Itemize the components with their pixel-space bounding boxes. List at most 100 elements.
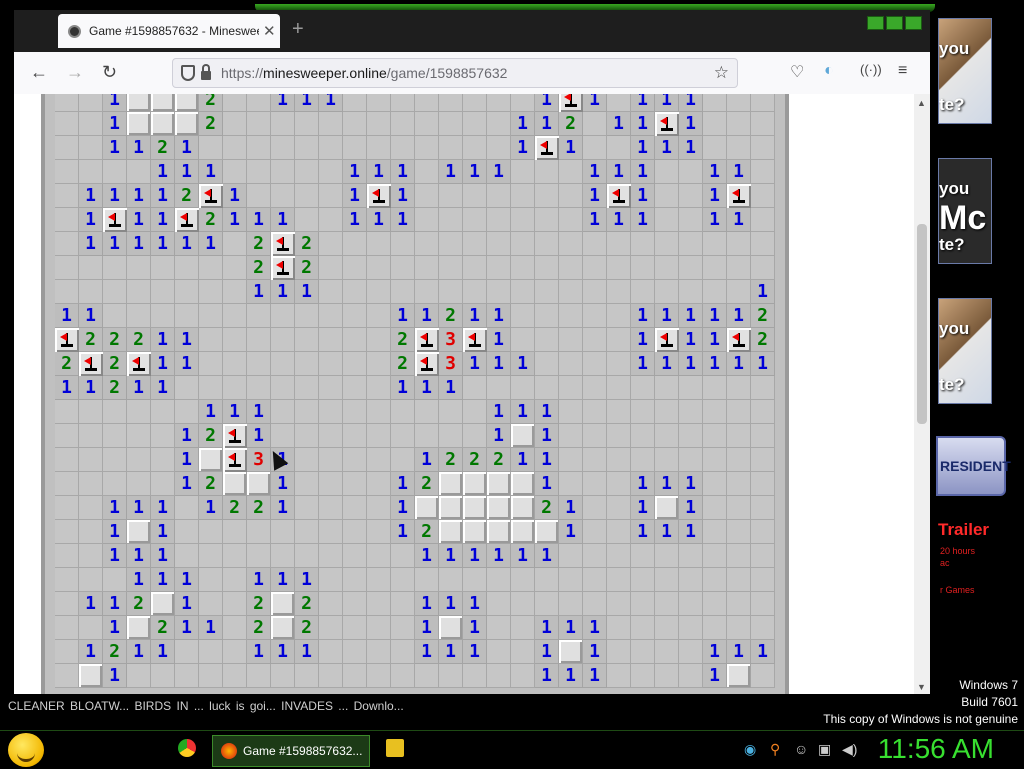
forward-arrow-icon[interactable]: → (66, 62, 84, 83)
closed-cell[interactable] (607, 256, 631, 280)
taskbar-firefox-task[interactable]: Game #1598857632... (212, 735, 370, 767)
closed-cell[interactable] (223, 664, 247, 688)
closed-cell[interactable] (583, 304, 607, 328)
flag-icon[interactable] (727, 328, 751, 352)
closed-cell[interactable] (583, 520, 607, 544)
closed-cell[interactable] (439, 256, 463, 280)
flag-icon[interactable] (223, 424, 247, 448)
closed-cell[interactable] (607, 328, 631, 352)
closed-cell[interactable] (487, 640, 511, 664)
closed-cell[interactable] (55, 520, 79, 544)
closed-cell[interactable] (319, 232, 343, 256)
closed-cell[interactable] (391, 568, 415, 592)
closed-cell[interactable] (295, 448, 319, 472)
news-thumbnail-2[interactable]: you Mc te? (938, 158, 992, 264)
closed-cell[interactable] (343, 472, 367, 496)
closed-cell[interactable] (175, 544, 199, 568)
closed-cell[interactable] (607, 232, 631, 256)
network-icon[interactable]: ▣ (818, 741, 831, 758)
flag-icon[interactable] (199, 184, 223, 208)
closed-cell[interactable] (55, 256, 79, 280)
closed-cell[interactable] (151, 304, 175, 328)
closed-cell[interactable] (751, 520, 775, 544)
closed-cell[interactable] (175, 256, 199, 280)
flag-icon[interactable] (79, 352, 103, 376)
closed-cell[interactable] (223, 640, 247, 664)
closed-cell[interactable] (535, 160, 559, 184)
closed-cell[interactable] (679, 568, 703, 592)
closed-cell[interactable] (151, 472, 175, 496)
closed-cell[interactable] (679, 400, 703, 424)
closed-cell[interactable] (319, 280, 343, 304)
closed-cell[interactable] (727, 280, 751, 304)
closed-cell[interactable] (631, 616, 655, 640)
closed-cell[interactable] (151, 256, 175, 280)
closed-cell[interactable] (175, 496, 199, 520)
closed-cell[interactable] (391, 112, 415, 136)
closed-cell[interactable] (55, 472, 79, 496)
closed-cell[interactable] (79, 160, 103, 184)
folder-icon[interactable] (386, 739, 404, 757)
closed-cell[interactable] (607, 496, 631, 520)
closed-cell[interactable] (343, 664, 367, 688)
closed-cell[interactable] (391, 616, 415, 640)
closed-cell[interactable] (55, 664, 79, 688)
closed-cell[interactable] (343, 400, 367, 424)
closed-cell[interactable] (703, 112, 727, 136)
closed-cell[interactable] (415, 112, 439, 136)
closed-cell[interactable] (511, 160, 535, 184)
closed-cell[interactable] (247, 544, 271, 568)
chrome-icon[interactable] (178, 739, 196, 757)
closed-cell[interactable] (367, 448, 391, 472)
closed-cell[interactable] (703, 94, 727, 112)
network-globe-icon[interactable]: ◉ (744, 741, 756, 758)
closed-cell[interactable] (607, 664, 631, 688)
closed-cell[interactable] (607, 640, 631, 664)
closed-cell[interactable] (295, 664, 319, 688)
closed-cell[interactable] (55, 592, 79, 616)
closed-cell[interactable] (655, 664, 679, 688)
closed-cell[interactable] (343, 280, 367, 304)
closed-cell[interactable] (655, 256, 679, 280)
closed-cell[interactable] (415, 136, 439, 160)
closed-cell[interactable] (463, 112, 487, 136)
closed-cell[interactable] (199, 376, 223, 400)
closed-cell[interactable] (103, 424, 127, 448)
tab-minesweeper[interactable]: Game #1598857632 - Minesweeper ✕ (58, 14, 280, 48)
closed-cell[interactable] (583, 256, 607, 280)
closed-cell[interactable] (199, 280, 223, 304)
closed-cell[interactable] (727, 94, 751, 112)
closed-cell[interactable] (703, 520, 727, 544)
closed-cell[interactable] (343, 136, 367, 160)
closed-cell[interactable] (607, 592, 631, 616)
closed-cell[interactable] (223, 376, 247, 400)
closed-cell[interactable] (175, 400, 199, 424)
closed-cell[interactable] (343, 232, 367, 256)
closed-cell[interactable] (487, 616, 511, 640)
closed-cell[interactable] (655, 424, 679, 448)
closed-cell[interactable] (535, 352, 559, 376)
closed-cell[interactable] (367, 544, 391, 568)
extension-icon[interactable]: ◐ (824, 62, 834, 80)
closed-cell[interactable] (223, 568, 247, 592)
closed-cell[interactable] (751, 472, 775, 496)
closed-cell[interactable] (247, 520, 271, 544)
closed-cell[interactable] (703, 544, 727, 568)
closed-cell[interactable] (487, 664, 511, 688)
closed-cell[interactable] (631, 400, 655, 424)
closed-cell[interactable] (79, 94, 103, 112)
closed-cell[interactable] (751, 112, 775, 136)
closed-cell[interactable] (367, 424, 391, 448)
closed-cell[interactable] (343, 496, 367, 520)
closed-cell[interactable] (751, 496, 775, 520)
closed-cell[interactable] (223, 112, 247, 136)
closed-cell[interactable] (607, 304, 631, 328)
closed-cell[interactable] (703, 496, 727, 520)
closed-cell[interactable] (727, 112, 751, 136)
closed-cell[interactable] (535, 232, 559, 256)
closed-cell[interactable] (127, 280, 151, 304)
page-scrollbar[interactable]: ▲ ▼ (914, 94, 930, 694)
closed-cell[interactable] (607, 616, 631, 640)
closed-cell[interactable] (415, 664, 439, 688)
closed-cell[interactable] (319, 304, 343, 328)
